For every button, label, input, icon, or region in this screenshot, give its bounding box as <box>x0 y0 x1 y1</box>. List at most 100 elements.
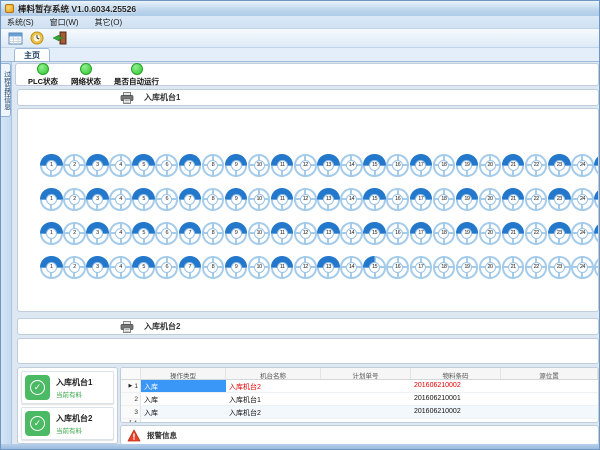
slot-3-16[interactable]: 16 <box>386 222 409 245</box>
slot-4-11[interactable]: 11 <box>271 256 294 279</box>
table-cell[interactable]: 201606210001 <box>411 393 501 405</box>
table-cell[interactable] <box>321 419 411 423</box>
slot-4-25[interactable]: 25 <box>594 256 599 279</box>
slot-3-5[interactable]: 5 <box>132 222 155 245</box>
slot-3-20[interactable]: 20 <box>479 222 502 245</box>
slot-3-12[interactable]: 12 <box>294 222 317 245</box>
slot-3-10[interactable]: 10 <box>248 222 271 245</box>
table-cell[interactable]: 入库 <box>141 406 226 418</box>
slot-4-19[interactable]: 19 <box>456 256 479 279</box>
slot-1-17[interactable]: 17 <box>410 154 433 177</box>
slot-1-3[interactable]: 3 <box>86 154 109 177</box>
slot-2-12[interactable]: 12 <box>294 188 317 211</box>
slot-4-13[interactable]: 13 <box>317 256 340 279</box>
slot-2-23[interactable]: 23 <box>548 188 571 211</box>
slot-3-25[interactable]: 25 <box>594 222 599 245</box>
slot-2-16[interactable]: 16 <box>386 188 409 211</box>
table-cell[interactable] <box>501 380 598 392</box>
slot-2-8[interactable]: 8 <box>202 188 225 211</box>
slot-1-24[interactable]: 24 <box>571 154 594 177</box>
menu-item[interactable]: 系统(S) <box>7 17 34 28</box>
slot-4-21[interactable]: 21 <box>502 256 525 279</box>
side-dock-tab[interactable]: 过程监控信息 <box>1 63 11 117</box>
printer-icon[interactable] <box>118 320 136 334</box>
table-cell[interactable]: 入库 <box>141 393 226 405</box>
slot-4-2[interactable]: 2 <box>63 256 86 279</box>
slot-4-5[interactable]: 5 <box>132 256 155 279</box>
slot-4-22[interactable]: 22 <box>525 256 548 279</box>
slot-2-3[interactable]: 3 <box>86 188 109 211</box>
slot-1-8[interactable]: 8 <box>202 154 225 177</box>
slot-1-2[interactable]: 2 <box>63 154 86 177</box>
slot-3-18[interactable]: 18 <box>433 222 456 245</box>
table-cell[interactable] <box>501 406 598 418</box>
slot-2-22[interactable]: 22 <box>525 188 548 211</box>
slot-4-16[interactable]: 16 <box>386 256 409 279</box>
menu-item[interactable]: 其它(O) <box>95 17 123 28</box>
slot-1-25[interactable]: 25 <box>594 154 599 177</box>
slot-1-10[interactable]: 10 <box>248 154 271 177</box>
slot-2-10[interactable]: 10 <box>248 188 271 211</box>
table-cell[interactable]: 入库机台2 <box>226 406 321 418</box>
slot-1-4[interactable]: 4 <box>109 154 132 177</box>
slot-1-14[interactable]: 14 <box>340 154 363 177</box>
slot-3-22[interactable]: 22 <box>525 222 548 245</box>
table-cell[interactable]: 201606210002 <box>411 380 501 392</box>
slot-2-24[interactable]: 24 <box>571 188 594 211</box>
slot-4-20[interactable]: 20 <box>479 256 502 279</box>
slot-1-19[interactable]: 19 <box>456 154 479 177</box>
slot-1-23[interactable]: 23 <box>548 154 571 177</box>
slot-2-19[interactable]: 19 <box>456 188 479 211</box>
slot-1-21[interactable]: 21 <box>502 154 525 177</box>
table-cell[interactable] <box>321 380 411 392</box>
slot-2-13[interactable]: 13 <box>317 188 340 211</box>
slot-4-17[interactable]: 17 <box>410 256 433 279</box>
slot-2-17[interactable]: 17 <box>410 188 433 211</box>
slot-1-7[interactable]: 7 <box>179 154 202 177</box>
slot-2-25[interactable]: 25 <box>594 188 599 211</box>
column-header[interactable]: 源位置 <box>501 368 598 379</box>
exit-icon[interactable] <box>49 30 69 47</box>
table-row[interactable]: ▶1入库入库机台2201606210002 <box>121 380 598 393</box>
slot-3-1[interactable]: 1 <box>40 222 63 245</box>
table-cell[interactable]: 入库机台2 <box>226 380 321 392</box>
machine-card[interactable]: ✓入库机台2当前有料 <box>21 407 114 440</box>
slot-4-1[interactable]: 1 <box>40 256 63 279</box>
slot-1-5[interactable]: 5 <box>132 154 155 177</box>
slot-3-17[interactable]: 17 <box>410 222 433 245</box>
slot-2-18[interactable]: 18 <box>433 188 456 211</box>
slot-1-22[interactable]: 22 <box>525 154 548 177</box>
column-header[interactable]: 计划单号 <box>321 368 411 379</box>
slot-3-9[interactable]: 9 <box>225 222 248 245</box>
slot-4-9[interactable]: 9 <box>225 256 248 279</box>
slot-3-14[interactable]: 14 <box>340 222 363 245</box>
column-header[interactable]: 机台名称 <box>226 368 321 379</box>
slot-3-4[interactable]: 4 <box>109 222 132 245</box>
alarm-bar[interactable]: 报警信息 <box>120 425 599 445</box>
slot-2-1[interactable]: 1 <box>40 188 63 211</box>
printer-icon[interactable] <box>118 91 136 105</box>
table-cell[interactable] <box>501 419 598 423</box>
table-cell[interactable] <box>321 393 411 405</box>
slot-3-19[interactable]: 19 <box>456 222 479 245</box>
slot-2-5[interactable]: 5 <box>132 188 155 211</box>
slot-2-6[interactable]: 6 <box>155 188 178 211</box>
slot-3-23[interactable]: 23 <box>548 222 571 245</box>
slot-3-13[interactable]: 13 <box>317 222 340 245</box>
slot-4-10[interactable]: 10 <box>248 256 271 279</box>
slot-3-2[interactable]: 2 <box>63 222 86 245</box>
column-header[interactable]: 物料条码 <box>411 368 501 379</box>
calendar-icon[interactable] <box>5 30 25 47</box>
column-header[interactable]: 操作类型 <box>141 368 226 379</box>
table-row[interactable]: 2入库入库机台1201606210001 <box>121 393 598 406</box>
slot-3-7[interactable]: 7 <box>179 222 202 245</box>
slot-4-8[interactable]: 8 <box>202 256 225 279</box>
slot-3-6[interactable]: 6 <box>155 222 178 245</box>
slot-4-14[interactable]: 14 <box>340 256 363 279</box>
slot-4-6[interactable]: 6 <box>155 256 178 279</box>
slot-4-24[interactable]: 24 <box>571 256 594 279</box>
table-cell[interactable] <box>226 419 321 423</box>
slot-1-16[interactable]: 16 <box>386 154 409 177</box>
slot-3-15[interactable]: 15 <box>363 222 386 245</box>
slot-2-11[interactable]: 11 <box>271 188 294 211</box>
